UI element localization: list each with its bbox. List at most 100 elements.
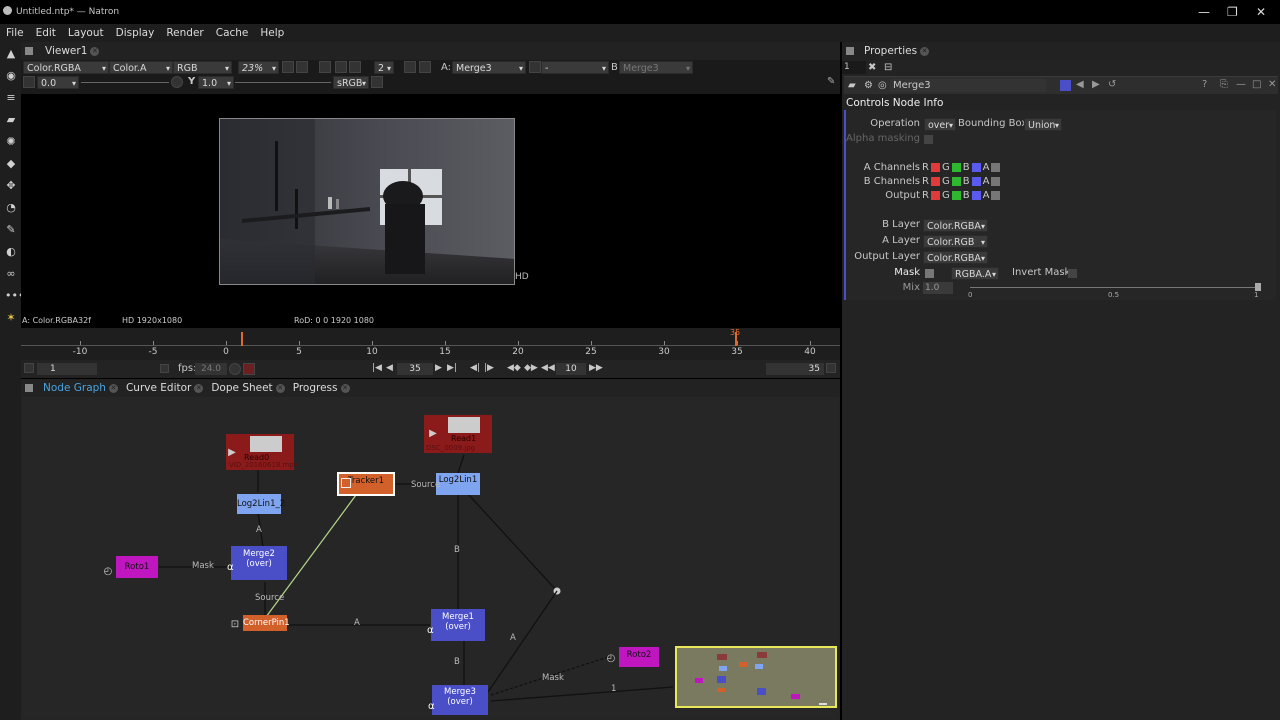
close-tab-icon[interactable]: ✕ <box>108 383 118 393</box>
out-g-checkbox[interactable] <box>951 190 961 200</box>
input-b-select[interactable]: Merge3 <box>619 61 693 75</box>
display-channels-select[interactable]: RGB <box>173 61 232 75</box>
node-roto1[interactable]: ◴ Roto1 <box>104 556 158 578</box>
composite-op-icon[interactable] <box>529 61 541 73</box>
gamma-field[interactable]: 1.0 <box>198 76 234 90</box>
close-tab-icon[interactable]: ✕ <box>275 383 285 393</box>
clear-panels-icon[interactable]: ✖ <box>868 62 876 73</box>
proxy-level-select[interactable]: 2 <box>374 61 394 75</box>
layer-select[interactable]: Color.RGBA <box>23 61 109 75</box>
gain-field[interactable]: 0.0 <box>37 76 79 90</box>
clip-to-project-icon[interactable] <box>296 61 308 73</box>
current-frame-field[interactable]: 35 <box>397 363 433 375</box>
minimize-panels-icon[interactable]: ⊟ <box>884 62 892 73</box>
tab-info[interactable]: Info <box>924 97 944 109</box>
maximize-button[interactable]: ❐ <box>1227 5 1238 19</box>
end-frame-field[interactable]: 35 <box>766 363 824 375</box>
b-b-checkbox[interactable] <box>971 176 981 186</box>
transform-nodes-icon[interactable]: ✥ <box>5 180 17 192</box>
forward-increment-icon[interactable]: ▶▶ <box>589 363 603 373</box>
node-merge1[interactable]: Merge1 (over) α <box>427 609 485 641</box>
node-color-swatch[interactable] <box>1060 80 1071 91</box>
multiview-nodes-icon[interactable]: ∞ <box>5 268 17 280</box>
close-tab-icon[interactable]: ✕ <box>920 46 930 56</box>
b-g-checkbox[interactable] <box>951 176 961 186</box>
previous-frame-icon[interactable]: ◀| <box>470 363 480 373</box>
set-out-point-icon[interactable] <box>826 363 836 373</box>
gain-slider[interactable] <box>81 82 169 83</box>
lock-icon[interactable] <box>282 61 294 73</box>
fps-field[interactable]: 24.0 <box>195 363 227 375</box>
out-b-checkbox[interactable] <box>971 190 981 200</box>
roi-icon[interactable] <box>319 61 331 73</box>
keyer-nodes-icon[interactable]: ✎ <box>5 224 17 236</box>
next-keyframe-icon[interactable]: ◆▶ <box>524 363 538 373</box>
rewind-increment-icon[interactable]: ◀◀ <box>541 363 555 373</box>
colorspace-select[interactable]: sRGB <box>333 76 369 90</box>
tab-curve-editor[interactable]: Curve Editor ✕ <box>122 382 207 394</box>
node-log2lin1[interactable]: Log2Lin1 <box>436 473 480 495</box>
pause-icon[interactable] <box>419 61 431 73</box>
pane-menu-icon[interactable] <box>25 384 33 392</box>
node-merge3[interactable]: Merge3 (over) α <box>428 685 488 715</box>
refresh-icon[interactable] <box>404 61 416 73</box>
composite-op-select[interactable]: - <box>541 61 609 75</box>
input-a-select[interactable]: Merge3 <box>452 61 526 75</box>
wipe-icon[interactable] <box>335 61 347 73</box>
menu-help[interactable]: Help <box>254 27 290 39</box>
zoom-select[interactable]: 23% <box>238 61 279 75</box>
node-tracker1[interactable]: Tracker1 <box>337 472 395 496</box>
close-tab-icon[interactable]: ✕ <box>194 383 204 393</box>
tab-properties[interactable]: Properties ✕ <box>860 45 933 57</box>
mix-slider-handle[interactable] <box>1255 283 1261 291</box>
help-icon[interactable]: ? <box>1202 79 1207 90</box>
b-layer-select[interactable]: Color.RGBA <box>923 219 988 233</box>
close-tab-icon[interactable]: ✕ <box>340 383 350 393</box>
graph-navigator[interactable] <box>675 646 837 708</box>
output-layer-select[interactable]: Color.RGBA <box>923 251 988 265</box>
float-panel-icon[interactable]: ⎘ <box>1220 79 1228 90</box>
restore-defaults-icon[interactable]: ↺ <box>1108 79 1116 90</box>
invert-mask-checkbox[interactable] <box>1068 269 1077 278</box>
time-nodes-icon[interactable]: ≡ <box>5 92 17 104</box>
node-graph-canvas[interactable]: ▶ Read0 VID_20160618.mp4 ▶ Read1 DSC_000… <box>23 397 838 718</box>
image-nodes-icon[interactable]: ▲ <box>5 48 17 60</box>
bounding-box-select[interactable]: Union <box>1024 118 1062 132</box>
a-g-checkbox[interactable] <box>951 162 961 172</box>
filter-nodes-icon[interactable]: ◆ <box>5 158 17 170</box>
pane-menu-icon[interactable] <box>25 47 33 55</box>
out-a-checkbox[interactable] <box>991 190 1001 200</box>
alpha-masking-checkbox[interactable] <box>924 135 933 144</box>
timeline[interactable]: 35 -10 -5 0 5 10 15 20 25 30 35 40 <box>21 328 840 360</box>
paint-nodes-icon[interactable]: ◉ <box>5 70 17 82</box>
settings-icon[interactable]: ⚙ <box>864 80 873 91</box>
first-frame-icon[interactable]: |◀ <box>372 363 382 373</box>
frame-increment-field[interactable]: 10 <box>556 363 586 375</box>
b-a-checkbox[interactable] <box>991 176 1001 186</box>
menu-edit[interactable]: Edit <box>30 27 62 39</box>
play-backward-icon[interactable]: ◀ <box>386 363 393 373</box>
other-nodes-icon[interactable]: ••• <box>5 290 24 302</box>
mix-slider[interactable] <box>970 287 1258 288</box>
play-forward-icon[interactable]: ▶ <box>435 363 442 373</box>
tab-controls[interactable]: Controls <box>846 97 889 109</box>
node-cornerpin1[interactable]: ⊡ CornerPin1 <box>231 615 290 631</box>
node-log2lin1-2[interactable]: Log2Lin1_2 <box>237 494 285 514</box>
plugins-icon[interactable]: ✶ <box>5 312 17 324</box>
turbo-mode-icon[interactable] <box>229 363 241 375</box>
menu-file[interactable]: File <box>0 27 30 39</box>
a-a-checkbox[interactable] <box>991 162 1001 172</box>
minimize-button[interactable]: — <box>1198 5 1210 19</box>
set-in-point-icon[interactable] <box>24 363 34 373</box>
menu-layout[interactable]: Layout <box>62 27 110 39</box>
next-frame-icon[interactable]: |▶ <box>484 363 494 373</box>
gamma-slider[interactable] <box>235 82 331 83</box>
node-read1[interactable]: ▶ Read1 DSC_0009.jpg <box>424 415 492 453</box>
channel-nodes-icon[interactable]: ▰ <box>5 114 17 126</box>
node-name-field[interactable]: Merge3 <box>890 79 1046 92</box>
mix-field[interactable]: 1.0 <box>923 282 953 294</box>
close-tab-icon[interactable]: ✕ <box>90 46 100 56</box>
start-frame-field[interactable]: 1 <box>37 363 97 375</box>
pick-color-icon[interactable]: ✎ <box>827 76 835 87</box>
minimize-panel-icon[interactable]: — <box>1236 79 1246 90</box>
